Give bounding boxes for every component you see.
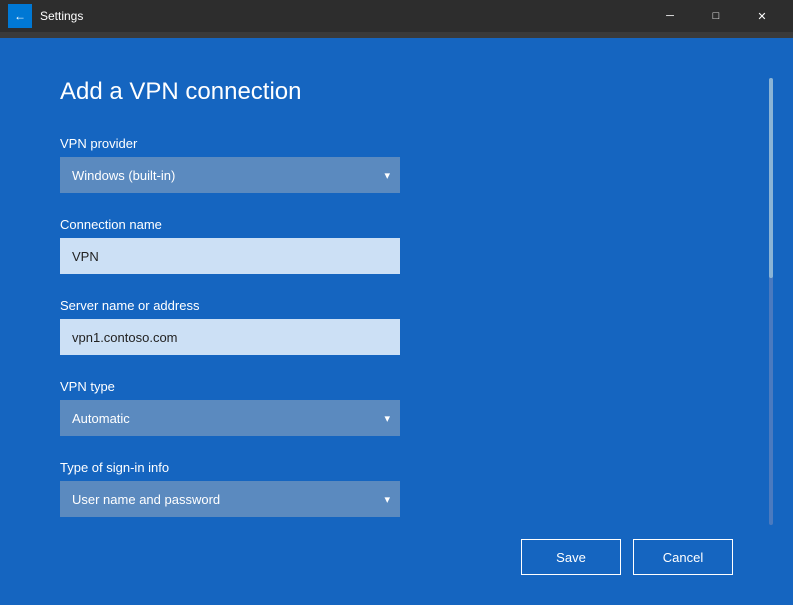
- maximize-button[interactable]: □: [693, 0, 739, 32]
- minimize-button[interactable]: ─: [647, 0, 693, 32]
- server-name-label: Server name or address: [60, 298, 660, 313]
- vpn-type-select-wrapper[interactable]: Automatic PPTP L2TP/IPsec SSTP IKEv2 ▾: [60, 400, 400, 436]
- back-button[interactable]: ←: [8, 4, 32, 28]
- vpn-provider-label: VPN provider: [60, 136, 660, 151]
- close-button[interactable]: ✕: [739, 0, 785, 32]
- cancel-button[interactable]: Cancel: [633, 539, 733, 575]
- settings-window: ← Settings ─ □ ✕ Add a VPN connection VP…: [0, 0, 793, 605]
- title-bar: ← Settings ─ □ ✕: [0, 0, 793, 32]
- scrollbar-thumb[interactable]: [769, 78, 773, 278]
- server-name-group: Server name or address: [60, 298, 660, 355]
- window-title: Settings: [40, 9, 83, 23]
- scrollbar[interactable]: [769, 78, 773, 525]
- main-content: Add a VPN connection VPN provider Window…: [0, 38, 793, 605]
- signin-type-select[interactable]: User name and password Certificate Smart…: [60, 481, 400, 517]
- signin-type-group: Type of sign-in info User name and passw…: [60, 460, 660, 517]
- signin-type-select-wrapper[interactable]: User name and password Certificate Smart…: [60, 481, 400, 517]
- vpn-provider-group: VPN provider Windows (built-in) ▾: [60, 136, 660, 193]
- title-bar-left: ← Settings: [8, 4, 83, 28]
- form-container: Add a VPN connection VPN provider Window…: [60, 78, 660, 575]
- window-controls: ─ □ ✕: [647, 0, 785, 32]
- page-title: Add a VPN connection: [60, 78, 660, 106]
- back-icon: ←: [14, 9, 26, 23]
- signin-type-label: Type of sign-in info: [60, 460, 660, 475]
- bottom-actions: Save Cancel: [521, 539, 733, 575]
- vpn-provider-select[interactable]: Windows (built-in): [60, 157, 400, 193]
- vpn-type-group: VPN type Automatic PPTP L2TP/IPsec SSTP …: [60, 379, 660, 436]
- server-name-input[interactable]: [60, 319, 400, 355]
- connection-name-label: Connection name: [60, 217, 660, 232]
- vpn-type-select[interactable]: Automatic PPTP L2TP/IPsec SSTP IKEv2: [60, 400, 400, 436]
- connection-name-input[interactable]: [60, 238, 400, 274]
- save-button[interactable]: Save: [521, 539, 621, 575]
- vpn-provider-select-wrapper[interactable]: Windows (built-in) ▾: [60, 157, 400, 193]
- connection-name-group: Connection name: [60, 217, 660, 274]
- vpn-type-label: VPN type: [60, 379, 660, 394]
